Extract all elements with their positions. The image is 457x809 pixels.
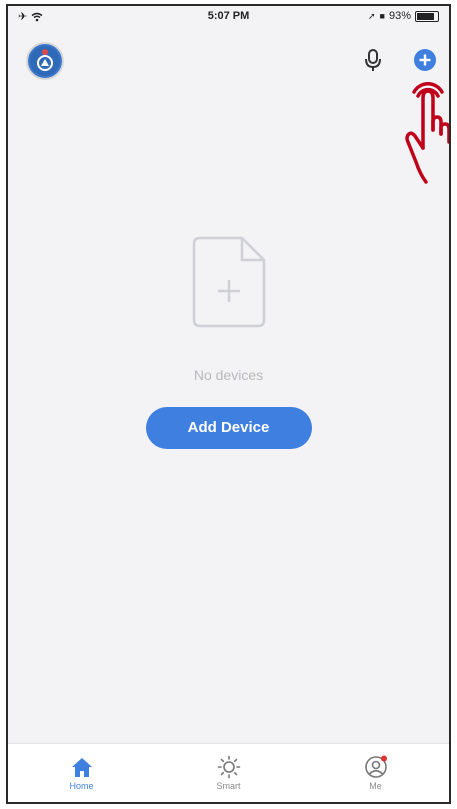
microphone-button[interactable]	[363, 48, 383, 77]
microphone-icon	[365, 49, 381, 71]
tab-home[interactable]: Home	[32, 755, 132, 791]
battery-icon	[415, 10, 439, 22]
battery-fill	[417, 12, 434, 20]
phone-screen: ✈ 5:07 PM ➚ ■ 93% No devices Add Device …	[6, 4, 451, 804]
add-device-button[interactable]: Add Device	[145, 407, 312, 449]
add-button[interactable]	[413, 48, 437, 77]
avatar-emblem-icon	[30, 46, 60, 76]
user-avatar[interactable]	[26, 42, 64, 80]
status-right: ➚ ■ 93%	[368, 10, 439, 22]
location-icon: ➚	[367, 10, 376, 21]
status-bar: ✈ 5:07 PM ➚ ■ 93%	[8, 6, 449, 28]
user-circle-icon	[364, 755, 387, 778]
tab-bar: Home Smart Me	[8, 743, 449, 802]
home-icon	[71, 758, 92, 777]
sun-icon	[217, 755, 240, 779]
empty-message: No devices	[193, 367, 264, 383]
pointing-hand-icon	[402, 78, 449, 195]
tab-smart[interactable]: Smart	[179, 755, 279, 791]
plus-circle-icon	[414, 49, 436, 71]
lock-icon: ■	[379, 11, 385, 21]
tab-home-label: Home	[69, 781, 94, 791]
battery-percent: 93%	[388, 10, 411, 22]
document-plus-icon	[190, 234, 268, 335]
tab-me[interactable]: Me	[326, 755, 426, 791]
tab-me-label: Me	[369, 781, 382, 791]
tab-smart-label: Smart	[216, 781, 241, 791]
empty-state: No devices Add Device	[8, 234, 449, 449]
